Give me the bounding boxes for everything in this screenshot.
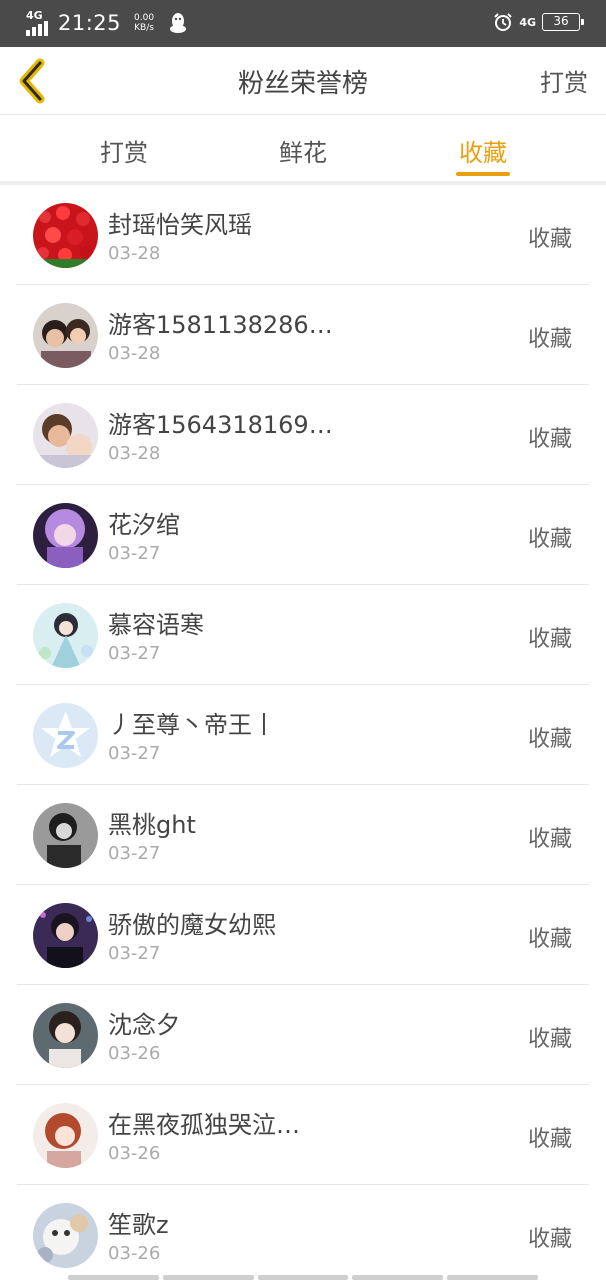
- avatar[interactable]: [33, 903, 98, 968]
- action-label: 收藏: [527, 427, 572, 452]
- avatar[interactable]: [33, 203, 98, 268]
- action-label: 收藏: [527, 327, 572, 352]
- user-name: 黑桃ght: [108, 811, 196, 839]
- status-left: 4G 21:25 0.00 KB/s: [26, 9, 187, 36]
- date: 03-26: [108, 1243, 161, 1264]
- fan-list: 封瑶怡笑风瑶 03-28 收藏 游客1581138286… 03-28 收藏 游…: [0, 185, 606, 1280]
- tab-flowers[interactable]: 鲜花: [243, 133, 363, 168]
- date: 03-26: [108, 1043, 161, 1064]
- avatar[interactable]: [33, 1103, 98, 1168]
- date: 03-27: [108, 743, 161, 764]
- list-item[interactable]: 黑桃ght 03-27 收藏: [0, 785, 606, 885]
- avatar[interactable]: [33, 503, 98, 568]
- avatar[interactable]: [33, 1003, 98, 1068]
- date: 03-27: [108, 943, 161, 964]
- alarm-icon: [494, 13, 513, 31]
- date: 03-26: [108, 1143, 161, 1164]
- network-type-right: 4G: [519, 15, 536, 29]
- list-item[interactable]: 骄傲的魔女幼熙 03-27 收藏: [0, 885, 606, 985]
- user-name: 慕容语寒: [108, 611, 204, 639]
- list-item[interactable]: 游客1564318169… 03-28 收藏: [0, 385, 606, 485]
- user-name: 封瑶怡笑风瑶: [108, 211, 252, 239]
- user-name: 游客1564318169…: [108, 411, 333, 439]
- list-item[interactable]: 沈念夕 03-26 收藏: [0, 985, 606, 1085]
- action-label: 收藏: [527, 1127, 572, 1152]
- clock: 21:25: [58, 11, 122, 35]
- speed-unit: KB/s: [134, 23, 154, 33]
- action-label: 收藏: [527, 727, 572, 752]
- action-label: 收藏: [527, 827, 572, 852]
- user-name: 笙歌z: [108, 1211, 169, 1239]
- date: 03-27: [108, 843, 161, 864]
- battery-icon: 36: [542, 13, 584, 31]
- date: 03-28: [108, 343, 161, 364]
- list-item[interactable]: 封瑶怡笑风瑶 03-28 收藏: [0, 185, 606, 285]
- action-label: 收藏: [527, 1227, 572, 1252]
- signal-icon: 4G: [26, 9, 52, 36]
- scroll-indicator: [68, 1275, 538, 1280]
- user-name: 在黑夜孤独哭泣…: [108, 1111, 300, 1139]
- user-name: 沈念夕: [108, 1011, 180, 1039]
- user-name: 游客1581138286…: [108, 311, 333, 339]
- action-label: 收藏: [527, 927, 572, 952]
- list-item[interactable]: 游客1581138286… 03-28 收藏: [0, 285, 606, 385]
- action-label: 收藏: [527, 527, 572, 552]
- speed-value: 0.00: [134, 13, 155, 23]
- tab-favorites[interactable]: 收藏: [423, 133, 543, 168]
- status-bar: 4G 21:25 0.00 KB/s 4G 36: [0, 0, 606, 47]
- date: 03-28: [108, 243, 161, 264]
- page-title: 粉丝荣誉榜: [237, 69, 368, 99]
- date: 03-27: [108, 543, 161, 564]
- avatar[interactable]: [33, 803, 98, 868]
- reward-button[interactable]: 打赏: [540, 63, 588, 98]
- list-item[interactable]: 慕容语寒 03-27 收藏: [0, 585, 606, 685]
- action-label: 收藏: [527, 1027, 572, 1052]
- list-item[interactable]: 花汐绾 03-27 收藏: [0, 485, 606, 585]
- user-name: 骄傲的魔女幼熙: [108, 911, 276, 939]
- tab-reward[interactable]: 打赏: [64, 133, 184, 168]
- list-item[interactable]: 丿至尊丶帝王丨 03-27 收藏: [0, 685, 606, 785]
- avatar[interactable]: [33, 403, 98, 468]
- user-name: 丿至尊丶帝王丨: [108, 711, 276, 739]
- avatar[interactable]: [33, 603, 98, 668]
- list-item[interactable]: 在黑夜孤独哭泣… 03-26 收藏: [0, 1085, 606, 1185]
- network-speed: 0.00 KB/s: [129, 13, 159, 33]
- avatar[interactable]: [33, 303, 98, 368]
- action-label: 收藏: [527, 227, 572, 252]
- tab-bar: 打赏 鲜花 收藏: [0, 115, 606, 185]
- date: 03-28: [108, 443, 161, 464]
- action-label: 收藏: [527, 627, 572, 652]
- avatar[interactable]: [33, 1203, 98, 1268]
- user-name: 花汐绾: [108, 511, 180, 539]
- active-tab-indicator: [456, 172, 510, 176]
- battery-level: 36: [553, 14, 569, 28]
- date: 03-27: [108, 643, 161, 664]
- navigation-bar: 粉丝荣誉榜 打赏: [0, 47, 606, 115]
- qq-penguin-icon: [170, 13, 187, 33]
- status-right: 4G 36: [493, 12, 584, 32]
- avatar[interactable]: [33, 703, 98, 768]
- list-item[interactable]: 笙歌z 03-26 收藏: [0, 1185, 606, 1280]
